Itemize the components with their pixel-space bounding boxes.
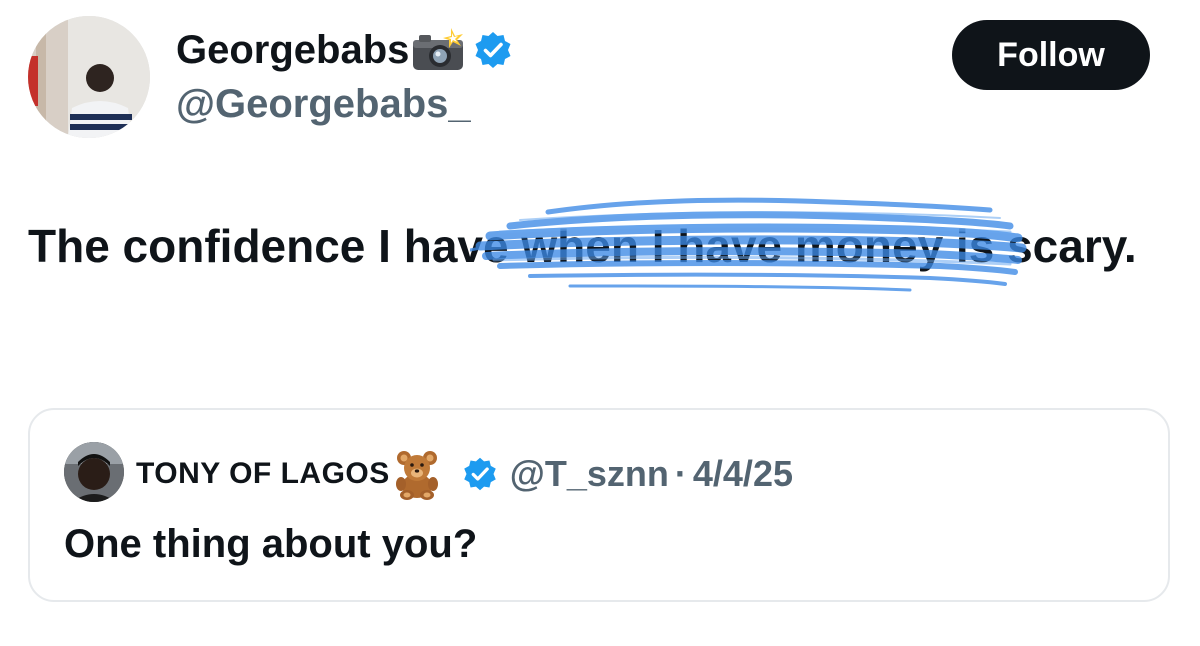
separator-dot: · — [674, 453, 687, 494]
author-avatar[interactable] — [28, 16, 150, 138]
quoted-date[interactable]: 4/4/25 — [693, 450, 793, 498]
tweet-text-after: is scary. — [943, 220, 1137, 272]
avatar-photo — [28, 16, 150, 138]
quoted-tweet-text: One thing about you? — [64, 522, 478, 566]
author-handle[interactable]: @Georgebabs_ — [176, 80, 471, 128]
verified-badge-icon[interactable] — [473, 30, 513, 70]
quoted-author-avatar[interactable] — [64, 442, 124, 502]
author-display-name[interactable]: Georgebabs — [176, 26, 409, 74]
quoted-verified-badge-icon[interactable] — [462, 456, 498, 492]
quoted-tweet-card[interactable]: TONY OF LAGOS @T_sznn · 4/4/25 One thing… — [28, 408, 1170, 602]
tweet-text: The confidence I have when I have money … — [28, 214, 1148, 278]
tweet-text-scribbled: when I have money — [521, 220, 944, 272]
quoted-avatar-photo — [64, 442, 124, 502]
teddy-bear-icon — [392, 448, 442, 500]
quoted-handle[interactable]: @T_sznn — [510, 450, 669, 498]
camera-flash-icon — [411, 26, 465, 74]
follow-button[interactable]: Follow — [952, 20, 1150, 90]
quoted-display-name[interactable]: TONY OF LAGOS — [136, 450, 390, 498]
author-display-name-row: Georgebabs — [176, 26, 513, 74]
tweet-text-before: The confidence I have — [28, 220, 522, 272]
quoted-header: TONY OF LAGOS @T_sznn · 4/4/25 — [136, 448, 793, 500]
